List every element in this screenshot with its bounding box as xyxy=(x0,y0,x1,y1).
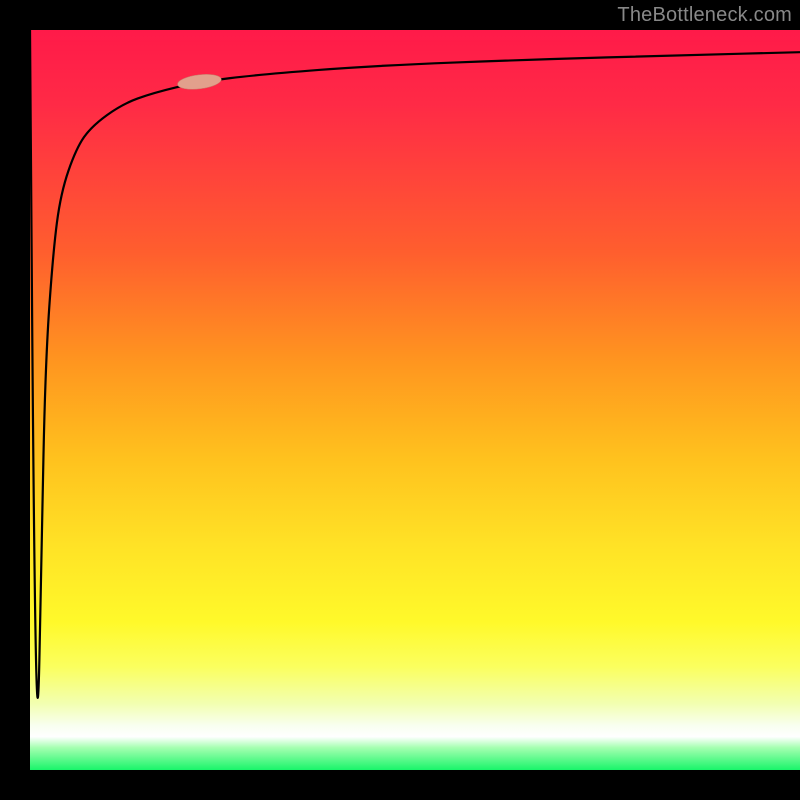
marker-pill xyxy=(177,72,222,91)
chart-svg xyxy=(30,30,800,770)
bottleneck-curve xyxy=(30,30,800,698)
chart-plot-area xyxy=(30,30,800,770)
watermark-text: TheBottleneck.com xyxy=(617,4,792,27)
